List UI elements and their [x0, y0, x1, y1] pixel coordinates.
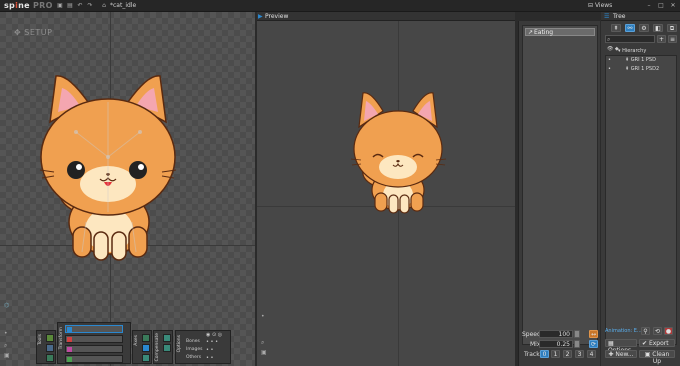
- animation-label: Animation: E...: [605, 328, 642, 334]
- shear-tool[interactable]: [65, 355, 123, 363]
- setup-viewport[interactable]: ✥ SETUP ⌬ • ⌕ ▣ Tools Transform Axes Com…: [0, 12, 255, 366]
- mix-field[interactable]: 0.25: [539, 340, 573, 348]
- options-others-label: Others: [186, 355, 202, 360]
- track-4-button[interactable]: 4: [587, 350, 596, 358]
- tree-row-hierarchy[interactable]: ▾ Hierarchy: [618, 47, 680, 56]
- minimize-icon[interactable]: –: [645, 2, 653, 10]
- compensate-images-icon[interactable]: [163, 344, 171, 352]
- create-tool-icon[interactable]: [46, 354, 54, 362]
- options-bones-label: Bones: [186, 339, 200, 344]
- cleanup-button[interactable]: ▣ Clean Up: [639, 350, 675, 365]
- track-3-button[interactable]: 3: [575, 350, 584, 358]
- tree-list[interactable]: ▾ Hierarchy • ⇞ GRI 1 PSD • ⇞ GRI 1 PSD2: [605, 48, 677, 345]
- animation-item-eating[interactable]: ↗ Eating: [525, 28, 595, 36]
- open-icon[interactable]: ▤: [66, 2, 74, 10]
- preview-tab-label: Preview: [265, 13, 289, 20]
- project-icon: ⌂: [102, 2, 106, 9]
- visible-dot-icon[interactable]: •: [608, 57, 611, 63]
- tree-filter-slots-icon[interactable]: ⚯: [625, 24, 635, 32]
- close-icon[interactable]: ✕: [669, 2, 677, 10]
- weights-tool-icon[interactable]: [46, 344, 54, 352]
- animation-key-icon[interactable]: ⚲: [641, 327, 650, 335]
- new-button[interactable]: ✚ New...: [605, 350, 637, 358]
- top-bar: spine PRO ▣ ▤ ↶ ↷ ⌂ *cat_idle ⊟ Views – …: [0, 0, 680, 12]
- export-button[interactable]: ✔ Export: [639, 339, 675, 347]
- tree-tab-label: Tree: [613, 13, 626, 20]
- tools-label: Tools: [38, 334, 43, 346]
- save-icon[interactable]: ▣: [56, 2, 64, 10]
- tree-tab[interactable]: ☰ Tree: [601, 12, 680, 21]
- redo-icon[interactable]: ↷: [86, 2, 94, 10]
- preview-dot-icon[interactable]: •: [261, 313, 265, 320]
- zoom-dot-icon[interactable]: •: [4, 330, 8, 337]
- preview-fit-icon[interactable]: ▣: [261, 349, 267, 356]
- tree-row-node-1[interactable]: • ⇞ GRI 1 PSD: [606, 56, 676, 65]
- pose-tool-icon[interactable]: [46, 334, 54, 342]
- animation-loop-icon[interactable]: ⟲: [653, 327, 662, 335]
- project-name: *cat_idle: [110, 2, 137, 9]
- zoom-icon[interactable]: ⌕: [4, 342, 7, 350]
- rotate-tool[interactable]: [65, 325, 123, 333]
- speed-field[interactable]: 100: [539, 330, 573, 338]
- tree-filter-skins-icon[interactable]: ⧉: [667, 24, 677, 32]
- ik-icon[interactable]: ⌬: [4, 302, 9, 309]
- tree-panel: ⇞ ⚯ ⚙ ◧ ⧉ ⌕ + ≡ 👁 ◆ ▾ Hierarchy • ⇞ GRI 1…: [601, 21, 680, 366]
- animation-record-icon[interactable]: ●: [664, 327, 673, 335]
- options-images-label: Images: [186, 347, 203, 352]
- transform-label: Transform: [59, 327, 64, 350]
- animations-panel: ↗ Eating Speed: 100 ↔ Mix: 0.25 ⟳ Track:…: [518, 21, 600, 366]
- tree-filter-attachments-icon[interactable]: ⚙: [639, 24, 649, 32]
- tree-filter-bones-icon[interactable]: ⇞: [611, 24, 621, 32]
- tree-tab-icon: ☰: [604, 13, 610, 20]
- undo-icon[interactable]: ↶: [76, 2, 84, 10]
- compensate-group: Compensate: [153, 330, 173, 364]
- spine-app: spine PRO ▣ ▤ ↶ ↷ ⌂ *cat_idle ⊟ Views – …: [0, 0, 680, 366]
- tree-row-node-2[interactable]: • ⇞ GRI 1 PSD2: [606, 65, 676, 74]
- cat-skeleton-setup[interactable]: [36, 62, 186, 262]
- bones-toggles[interactable]: • • •: [206, 339, 218, 345]
- speed-slider-handle[interactable]: [574, 330, 580, 338]
- options-label: Options: [177, 335, 182, 353]
- visible-dot-icon[interactable]: •: [608, 66, 611, 72]
- axes-group: Axes: [132, 330, 152, 364]
- others-toggles[interactable]: • •: [206, 355, 214, 361]
- options-button[interactable]: ▦ Options: [605, 339, 637, 354]
- axes-label: Axes: [134, 335, 139, 346]
- cat-preview: [350, 92, 447, 214]
- preview-tab[interactable]: ▶ Preview: [257, 12, 515, 21]
- eye-icon[interactable]: ◉ ⊙ ◎: [206, 332, 222, 338]
- track-0-button[interactable]: 0: [540, 350, 549, 358]
- compensate-label: Compensate: [155, 333, 160, 362]
- preview-viewport[interactable]: • ⌕ ▣: [257, 21, 515, 366]
- setup-mode-label[interactable]: ✥ SETUP: [14, 28, 52, 37]
- preview-tab-icon: ▶: [258, 13, 263, 20]
- animation-icon: ↗: [528, 29, 534, 36]
- tree-filter-constraints-icon[interactable]: ◧: [653, 24, 663, 32]
- speed-reset-button[interactable]: ↔: [589, 330, 598, 338]
- tools-group: Tools: [36, 330, 56, 364]
- track-1-button[interactable]: 1: [551, 350, 560, 358]
- options-group: Options Bones Images Others ◉ ⊙ ◎ • • • …: [175, 330, 231, 364]
- animations-list[interactable]: ↗ Eating: [522, 25, 598, 345]
- fit-icon[interactable]: ▣: [4, 352, 10, 359]
- loop-button[interactable]: ⟳: [589, 340, 598, 348]
- translate-tool[interactable]: [65, 335, 123, 343]
- preview-zoom-icon[interactable]: ⌕: [261, 339, 264, 347]
- tree-collapse-button[interactable]: +: [657, 35, 666, 43]
- track-2-button[interactable]: 2: [563, 350, 572, 358]
- scale-tool[interactable]: [65, 345, 123, 353]
- views-button[interactable]: ⊟ Views: [588, 2, 612, 9]
- search-icon: ⌕: [607, 36, 611, 43]
- mix-slider-handle[interactable]: [574, 340, 580, 348]
- transform-group: Transform: [57, 322, 131, 364]
- local-axes-icon[interactable]: [142, 334, 150, 342]
- world-axes-icon[interactable]: [142, 354, 150, 362]
- compensate-bones-icon[interactable]: [163, 334, 171, 342]
- tree-search-input[interactable]: ⌕: [605, 35, 655, 43]
- images-toggles[interactable]: • •: [206, 347, 214, 353]
- maximize-icon[interactable]: □: [657, 2, 665, 10]
- tree-expand-button[interactable]: ≡: [668, 35, 677, 43]
- parent-axes-icon[interactable]: [142, 344, 150, 352]
- app-logo[interactable]: spine PRO: [4, 1, 53, 10]
